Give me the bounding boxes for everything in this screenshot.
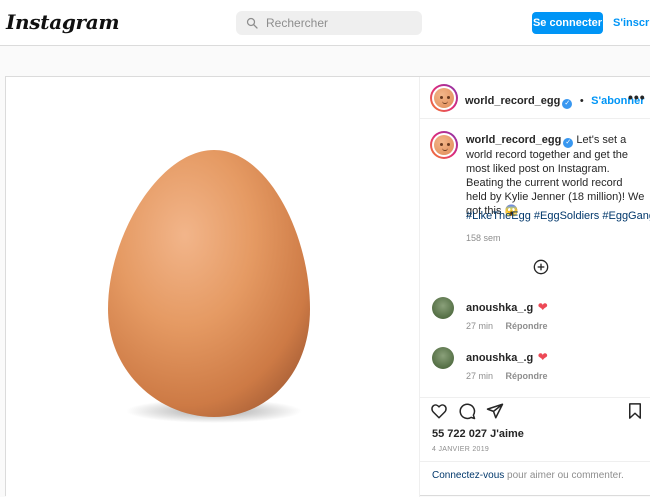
search-box[interactable] [236,11,422,35]
post-sidebar: world_record_egg ✓ • S'abonner ••• world_… [420,77,650,497]
action-bar: 55 722 027 J'aime 4 JANVIER 2019 Connect… [420,397,650,497]
login-prompt-text: pour aimer ou commenter. [504,470,624,481]
egg-image [108,150,310,423]
signup-link[interactable]: S'inscrire [613,17,650,29]
more-options-icon[interactable]: ••• [628,89,646,105]
bookmark-icon[interactable] [626,402,644,420]
author-avatar[interactable] [430,84,458,112]
search-icon [246,17,258,29]
red-heart-icon: ❤ [537,300,548,314]
post-caption: world_record_egg ✓ Let's set a world reco… [466,133,646,218]
load-more-comments-icon[interactable] [533,259,549,275]
verified-badge-icon: ✓ [562,99,573,109]
post-date: 4 JANVIER 2019 [432,446,490,453]
likes-count[interactable]: 55 722 027 J'aime [432,428,524,440]
login-prompt: Connectez-vous pour aimer ou commenter. [420,461,650,489]
caption-avatar[interactable] [430,131,458,159]
reply-button[interactable]: Répondre [506,321,548,331]
post-header: world_record_egg ✓ • S'abonner ••• [420,77,650,119]
commenter-avatar[interactable] [432,347,454,369]
login-button[interactable]: Se connecter [532,12,603,34]
post-container: world_record_egg ✓ • S'abonner ••• world_… [5,76,650,497]
red-heart-icon: ❤ [537,350,548,364]
commenter-avatar[interactable] [432,297,454,319]
share-icon[interactable] [486,402,504,420]
commenter-username[interactable]: anoushka_.g [466,352,533,364]
post-image[interactable] [6,77,420,497]
hashtags[interactable]: #LikeTheEgg #EggSoldiers #EggGang [466,210,650,222]
comment-time: 27 min [466,371,494,381]
author-username[interactable]: world_record_egg [465,95,560,107]
search-input[interactable] [266,16,406,30]
caption-time: 158 sem [466,233,501,243]
heart-icon[interactable] [430,402,448,420]
comment-icon[interactable] [458,402,476,420]
reply-button[interactable]: Répondre [506,371,548,381]
verified-badge-icon: ✓ [563,138,574,148]
commenter-username[interactable]: anoushka_.g [466,302,533,314]
login-link[interactable]: Connectez-vous [432,470,504,481]
top-navigation-bar: Instagram Se connecter S'inscrire [0,0,650,46]
caption-text: Let's set a world record together and ge… [466,134,645,217]
instagram-logo[interactable]: Instagram [6,10,120,34]
caption-username[interactable]: world_record_egg [466,134,561,146]
comment-time: 27 min [466,321,494,331]
